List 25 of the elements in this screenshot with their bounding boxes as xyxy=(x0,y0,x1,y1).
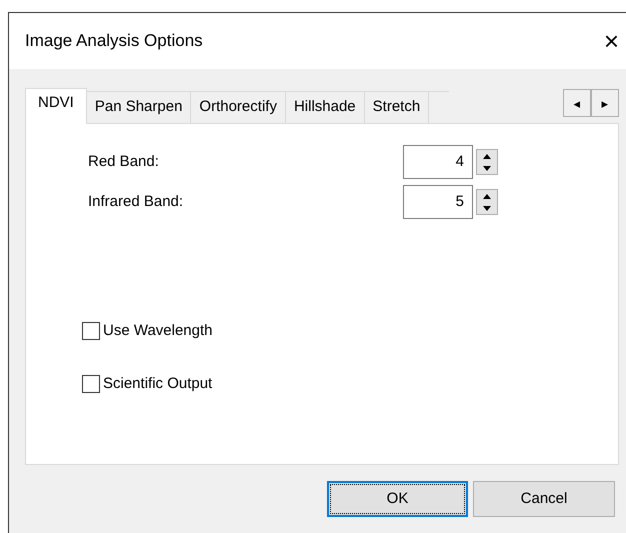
scroll-left-button[interactable]: ◂ xyxy=(563,89,591,117)
down-arrow-icon xyxy=(483,166,491,170)
spin-buttons[interactable] xyxy=(476,149,498,175)
up-arrow-icon xyxy=(483,154,491,158)
number-field[interactable]: 5 xyxy=(403,185,473,219)
cancel-button[interactable]: Cancel xyxy=(473,481,615,517)
down-arrow-icon xyxy=(483,206,491,210)
up-arrow-icon xyxy=(483,194,491,198)
checkbox[interactable] xyxy=(82,374,100,393)
spin-buttons[interactable] xyxy=(476,189,498,215)
number-field[interactable]: 4 xyxy=(403,145,473,179)
field-label: Red Band: xyxy=(88,152,159,172)
checkbox[interactable] xyxy=(82,322,100,340)
scroll-right-button[interactable]: ▸ xyxy=(591,89,619,117)
field-label: Infrared Band: xyxy=(88,192,184,212)
ok-button[interactable]: OK xyxy=(327,481,468,517)
checkbox-label: Use Wavelength xyxy=(103,321,212,341)
window-title: Image Analysis Options xyxy=(25,30,203,52)
tab[interactable]: Pan Sharpen xyxy=(86,91,192,123)
checkbox-label: Scientific Output xyxy=(103,374,212,394)
tab[interactable]: Hillshade xyxy=(286,91,365,123)
tab[interactable]: Stretch xyxy=(364,91,430,123)
tab[interactable]: NDVI xyxy=(25,88,87,124)
close-button[interactable]: × xyxy=(604,28,619,54)
tab[interactable]: Orthorectify xyxy=(191,91,286,123)
